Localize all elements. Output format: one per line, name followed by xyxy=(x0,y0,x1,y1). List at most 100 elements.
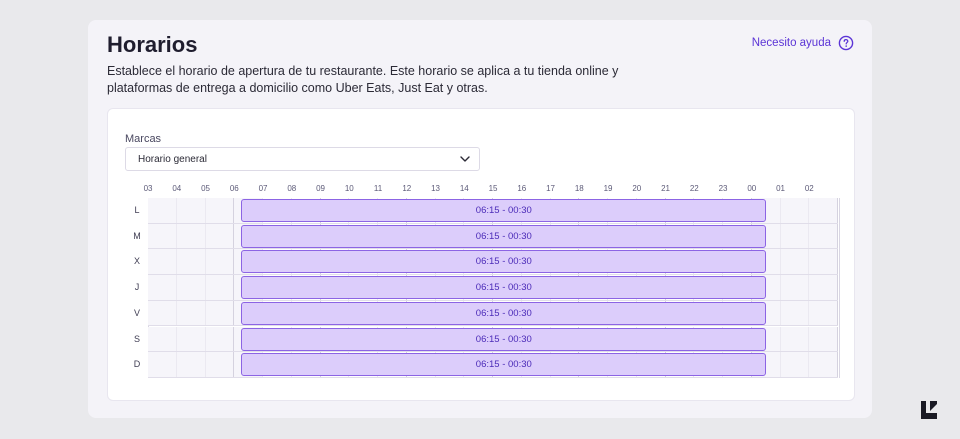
help-link[interactable]: Necesito ayuda xyxy=(752,35,854,51)
hour-cell[interactable] xyxy=(205,326,235,352)
hour-label: 12 xyxy=(402,184,412,193)
hour-cell[interactable] xyxy=(205,300,235,326)
hour-cell[interactable] xyxy=(148,275,177,300)
hour-cell[interactable] xyxy=(780,223,810,249)
hour-cell[interactable] xyxy=(809,249,838,275)
chevron-down-icon xyxy=(460,156,470,162)
schedule-card: Horarios Establece el horario de apertur… xyxy=(88,20,872,418)
brand-select-value: Horario general xyxy=(138,154,207,165)
hour-cell[interactable] xyxy=(205,275,235,300)
hour-cell[interactable] xyxy=(780,198,810,223)
hour-label: 19 xyxy=(603,184,613,193)
hour-label: 01 xyxy=(776,184,785,193)
hour-cell[interactable] xyxy=(176,300,206,326)
hour-label: 13 xyxy=(431,184,440,193)
hour-cell[interactable] xyxy=(205,223,235,249)
opening-slot[interactable]: 06:15 - 00:30 xyxy=(241,224,767,248)
hour-axis: 03 04 05 06 07 08 09 10 11 12 13 14 15 16 17 18 19 20 21 22… xyxy=(108,184,854,196)
day-label: L xyxy=(134,205,140,215)
hour-label: 07 xyxy=(258,184,268,193)
hour-cell[interactable] xyxy=(809,223,838,249)
opening-slot[interactable]: 06:15 - 00:30 xyxy=(241,301,767,325)
opening-slot[interactable]: 06:15 - 00:30 xyxy=(241,353,767,377)
hour-label: 14 xyxy=(459,184,469,193)
day-row: 06:15 - 00:30 xyxy=(148,223,838,250)
hour-label: 00 xyxy=(747,184,757,193)
hour-cell[interactable] xyxy=(176,326,206,352)
day-row: 06:15 - 00:30 xyxy=(148,326,838,353)
brand-logo-icon xyxy=(921,401,937,419)
hour-cell[interactable] xyxy=(780,326,810,352)
hour-label: 06 xyxy=(229,184,239,193)
hour-cell[interactable] xyxy=(176,352,206,377)
hour-cell[interactable] xyxy=(176,275,206,300)
opening-slot[interactable]: 06:15 - 00:30 xyxy=(241,250,767,274)
opening-slot-label: 06:15 - 00:30 xyxy=(475,282,532,294)
opening-slot-label: 06:15 - 00:30 xyxy=(475,359,532,371)
hour-cell[interactable] xyxy=(780,300,810,326)
hour-cell[interactable] xyxy=(176,198,206,223)
hour-cell[interactable] xyxy=(809,300,838,326)
opening-slot[interactable]: 06:15 - 00:30 xyxy=(241,199,767,222)
hour-cell[interactable] xyxy=(148,198,177,223)
opening-slot-label: 06:15 - 00:30 xyxy=(475,230,532,242)
hour-label: 17 xyxy=(546,184,555,193)
day-row: 06:15 - 00:30 xyxy=(148,352,838,378)
day-row: 06:15 - 00:30 xyxy=(148,249,838,276)
hour-label: 16 xyxy=(517,184,527,193)
hour-cell[interactable] xyxy=(809,198,838,223)
question-circle-icon xyxy=(838,35,854,51)
hour-cell[interactable] xyxy=(176,249,206,275)
opening-slot-label: 06:15 - 00:30 xyxy=(475,307,532,319)
hour-cell[interactable] xyxy=(148,300,177,326)
day-label: V xyxy=(133,307,140,318)
day-label: J xyxy=(134,282,140,293)
day-row: 06:15 - 00:30 xyxy=(148,198,838,224)
opening-slot-label: 06:15 - 00:30 xyxy=(475,256,532,268)
hour-cell[interactable] xyxy=(176,223,206,249)
day-label: S xyxy=(133,333,140,344)
hour-label: 09 xyxy=(316,184,325,193)
opening-slot-label: 06:15 - 00:30 xyxy=(475,205,532,216)
hour-label: 04 xyxy=(172,184,182,193)
hour-cell[interactable] xyxy=(205,198,235,223)
opening-slot[interactable]: 06:15 - 00:30 xyxy=(241,327,767,351)
help-link-label: Necesito ayuda xyxy=(751,37,831,49)
hour-label: 05 xyxy=(201,184,210,193)
hour-cell[interactable] xyxy=(148,249,177,275)
hour-label: 11 xyxy=(373,184,383,193)
page-description: Establece el horario de apertura de tu r… xyxy=(107,64,619,95)
hour-cell[interactable] xyxy=(809,352,838,377)
hour-cell[interactable] xyxy=(780,275,810,300)
day-label: M xyxy=(133,230,141,241)
hour-label: 03 xyxy=(143,184,153,193)
hour-cell[interactable] xyxy=(809,326,838,352)
hour-label: 18 xyxy=(574,184,584,193)
opening-slot[interactable]: 06:15 - 00:30 xyxy=(241,276,767,300)
hour-label: 20 xyxy=(632,184,642,193)
hour-cell[interactable] xyxy=(780,249,810,275)
hour-cell[interactable] xyxy=(780,352,810,377)
hour-label: 23 xyxy=(718,184,728,193)
hour-label: 08 xyxy=(287,184,297,193)
brands-label: Marcas xyxy=(125,133,162,145)
opening-slot-label: 06:15 - 00:30 xyxy=(475,333,532,345)
day-label: D xyxy=(133,359,141,370)
brand-select[interactable]: Horario general xyxy=(125,147,480,171)
hour-cell[interactable] xyxy=(205,352,235,377)
hour-label: 21 xyxy=(661,184,670,193)
hour-label: 15 xyxy=(488,184,498,193)
day-row: 06:15 - 00:30 xyxy=(148,275,838,301)
schedule-panel: Marcas Horario general 03 04 05 06 07 08 09 10 1… xyxy=(107,108,855,401)
day-label: X xyxy=(133,256,140,267)
day-row: 06:15 - 00:30 xyxy=(148,300,838,327)
page-title: Horarios xyxy=(107,32,198,57)
hour-cell[interactable] xyxy=(148,223,177,249)
hour-cell[interactable] xyxy=(148,326,177,352)
hour-label: 02 xyxy=(804,184,814,193)
hour-label: 10 xyxy=(344,184,354,193)
hour-cell[interactable] xyxy=(205,249,235,275)
hour-cell[interactable] xyxy=(809,275,838,300)
hour-label: 22 xyxy=(689,184,699,193)
hour-cell[interactable] xyxy=(148,352,177,377)
